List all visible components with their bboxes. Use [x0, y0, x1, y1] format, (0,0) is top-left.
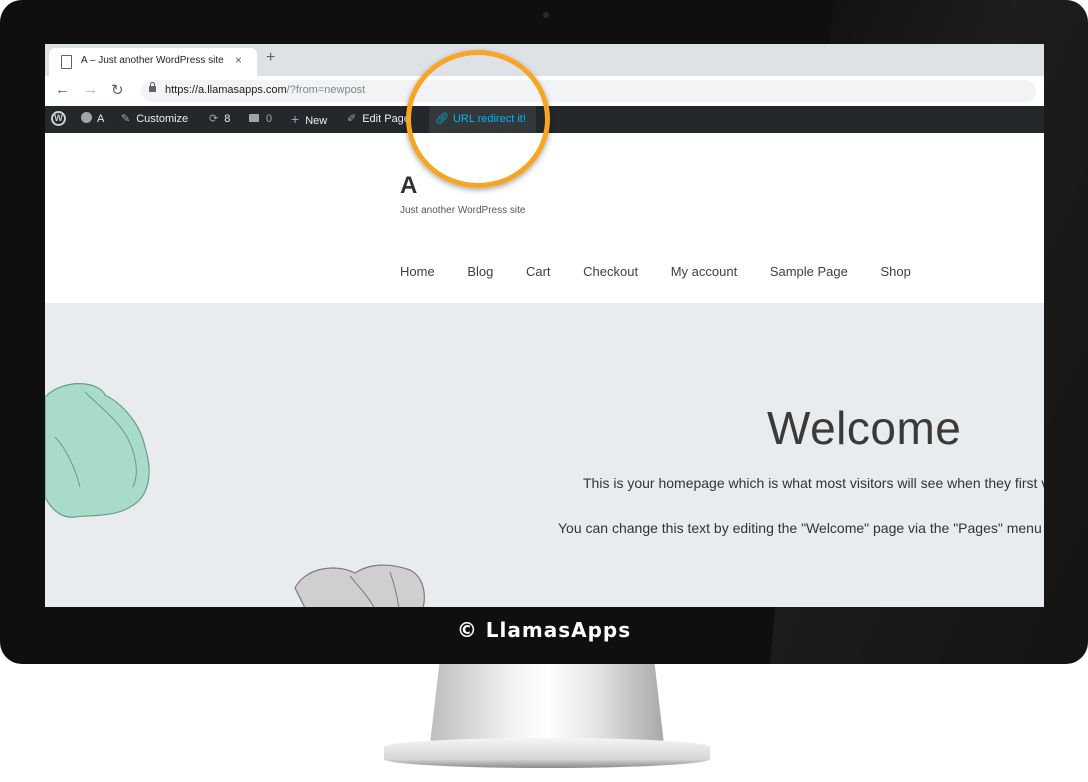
comment-icon [249, 114, 259, 122]
grey-hoodie-image [294, 564, 425, 607]
forward-icon[interactable]: → [83, 81, 98, 98]
hero-title: Welcome [767, 402, 962, 454]
updates-icon: ⟳ [209, 113, 219, 125]
browser-tabbar: A – Just another WordPress site × + [45, 44, 1044, 76]
hero-text-line-1: This is your homepage which is what most… [583, 475, 1044, 491]
browser-tab[interactable]: A – Just another WordPress site × [49, 48, 257, 76]
plus-icon: + [291, 111, 300, 127]
back-icon[interactable]: ← [55, 81, 70, 98]
edit-page-label: Edit Page [362, 113, 410, 125]
nav-item-sample-page[interactable]: Sample Page [770, 264, 848, 279]
comments-count: 0 [266, 113, 273, 125]
site-description: Just another WordPress site [400, 205, 526, 216]
admin-comments-link[interactable]: 0 [249, 106, 272, 133]
monitor-stand-base [384, 738, 710, 768]
brush-icon: ✎ [121, 113, 131, 125]
new-label: New [305, 115, 328, 127]
green-hoodie-image [45, 383, 150, 518]
close-icon[interactable]: × [235, 53, 242, 67]
new-tab-button[interactable]: + [266, 49, 275, 67]
wordpress-logo-icon[interactable]: W [51, 111, 66, 126]
page-icon [61, 55, 72, 69]
url-path: /?from=newpost [286, 84, 366, 96]
tab-title: A – Just another WordPress site [81, 55, 224, 66]
url-host: https://a.llamasapps.com [165, 84, 287, 96]
dashboard-icon [81, 112, 92, 123]
monitor-stand-neck [430, 664, 664, 744]
pencil-icon: ✐ [347, 113, 357, 125]
nav-item-home[interactable]: Home [400, 264, 435, 279]
nav-item-my-account[interactable]: My account [671, 264, 737, 279]
updates-count: 8 [224, 113, 231, 125]
customize-label: Customize [136, 113, 189, 125]
admin-customize-link[interactable]: ✎ Customize [121, 106, 188, 133]
admin-site-name: A [97, 113, 105, 125]
nav-item-cart[interactable]: Cart [526, 264, 551, 279]
primary-nav: Home Blog Cart Checkout My account Sampl… [400, 264, 940, 279]
hero-section: Welcome This is your homepage which is w… [45, 303, 1044, 607]
lock-icon [149, 82, 156, 92]
site-title[interactable]: A [400, 172, 417, 200]
url-text: https://a.llamasapps.com/?from=newpost [165, 84, 365, 96]
watermark: © LlamasApps [456, 618, 632, 642]
reload-icon[interactable]: ↻ [111, 81, 124, 99]
nav-item-checkout[interactable]: Checkout [583, 264, 638, 279]
admin-new-link[interactable]: + New [291, 106, 327, 133]
address-bar[interactable]: https://a.llamasapps.com/?from=newpost [141, 80, 1036, 102]
nav-item-shop[interactable]: Shop [881, 264, 911, 279]
nav-item-blog[interactable]: Blog [467, 264, 493, 279]
admin-edit-page-link[interactable]: ✐ Edit Page [347, 106, 410, 133]
monitor-frame: © LlamasApps A – Just another WordPress … [0, 0, 1088, 664]
highlight-circle [406, 50, 550, 188]
hero-text-line-2: You can change this text by editing the … [558, 520, 1044, 536]
camera-icon [543, 12, 549, 18]
admin-updates-link[interactable]: ⟳ 8 [209, 106, 230, 133]
admin-site-link[interactable]: A [81, 106, 104, 133]
